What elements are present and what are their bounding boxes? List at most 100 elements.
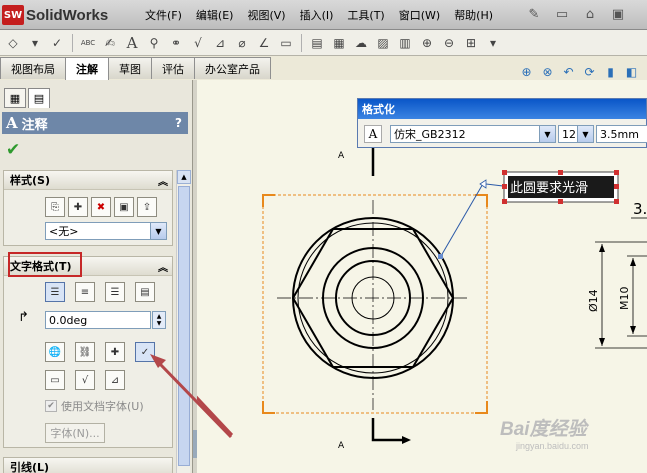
note-handle[interactable] (558, 170, 563, 175)
dropdown-chevron-icon[interactable]: ▾ (484, 34, 502, 52)
font-size-select[interactable]: 12 ▼ (558, 125, 594, 143)
format-dialog-body: A 仿宋_GB2312 ▼ 12 ▼ 3.5mm (358, 119, 647, 149)
datum-target-icon[interactable]: ▤ (308, 34, 326, 52)
add-symbol-button[interactable]: ✚ (105, 342, 125, 362)
note-handle[interactable] (614, 199, 619, 204)
panel-scrollbar[interactable]: ▲ (176, 170, 191, 473)
geometric-tolerance-button[interactable]: ▭ (45, 370, 65, 390)
font-button[interactable]: 字体(N)... (45, 423, 105, 443)
load-style-button[interactable]: ⇪ (137, 197, 157, 217)
table-icon[interactable]: ▥ (396, 34, 414, 52)
note-text[interactable]: 此圆要求光滑 (510, 181, 588, 196)
menu-help[interactable]: 帮助(H) (447, 7, 500, 23)
format-painter-icon[interactable]: ✍ (101, 34, 119, 52)
menu-window[interactable]: 窗口(W) (392, 7, 447, 23)
leader-anchor[interactable] (438, 254, 443, 259)
justify-button[interactable]: ▤ (135, 282, 155, 302)
center-mark-icon[interactable]: ⊕ (418, 34, 436, 52)
note-handle[interactable] (614, 170, 619, 175)
add-style-button[interactable]: ✚ (68, 197, 88, 217)
help-icon[interactable]: ? (175, 116, 182, 130)
align-left-button[interactable]: ☰ (45, 282, 65, 302)
rotate-icon[interactable]: ⟳ (581, 63, 598, 80)
area-hatch-icon[interactable]: ▨ (374, 34, 392, 52)
collapse-chevron-icon[interactable]: ︽ (158, 259, 168, 274)
balloon-icon[interactable]: ⚲ (145, 34, 163, 52)
spin-up-icon[interactable]: ▲ (157, 313, 162, 320)
datum-feature-button[interactable]: ⊿ (105, 370, 125, 390)
open-folder-icon[interactable]: ⌂ (581, 5, 599, 23)
align-right-button[interactable]: ☰ (105, 282, 125, 302)
leader-group-header[interactable]: 引线(L) (4, 458, 172, 473)
style-select[interactable]: <无> ▼ (45, 222, 167, 240)
centerline-icon[interactable]: ⊖ (440, 34, 458, 52)
general-table-icon[interactable]: ⊞ (462, 34, 480, 52)
angle-spinner[interactable]: ▲ ▼ (152, 311, 166, 329)
chevron-down-icon[interactable]: ▼ (577, 126, 593, 142)
note-handle[interactable] (558, 199, 563, 204)
tab-office-products[interactable]: 办公室产品 (194, 57, 271, 79)
angle-input[interactable]: 0.0deg (45, 311, 151, 329)
weld-symbol-icon[interactable]: ⊿ (211, 34, 229, 52)
align-center-button[interactable]: ≡ (75, 282, 95, 302)
note-handle[interactable] (502, 184, 507, 189)
note-handle[interactable] (502, 170, 507, 175)
datum-feature-icon[interactable]: ▭ (277, 34, 295, 52)
delete-style-button[interactable]: ✖ (91, 197, 111, 217)
note-handle[interactable] (502, 199, 507, 204)
property-manager-tab-icon[interactable]: ▤ (28, 88, 50, 108)
spin-down-icon[interactable]: ▼ (157, 320, 162, 327)
text-height-input[interactable]: 3.5mm (596, 125, 647, 143)
save-style-button[interactable]: ▣ (114, 197, 134, 217)
zoom-area-icon[interactable]: ⊗ (539, 63, 556, 80)
model-items-icon[interactable]: ✓ (48, 34, 66, 52)
geometric-tolerance-icon[interactable]: ∠ (255, 34, 273, 52)
font-size-value: 12 (562, 127, 576, 141)
scroll-up-icon[interactable]: ▲ (177, 170, 191, 184)
auto-balloon-icon[interactable]: ⚭ (167, 34, 185, 52)
menu-view[interactable]: 视图(V) (240, 7, 292, 23)
menu-file[interactable]: 文件(F) (138, 7, 189, 23)
apply-default-style-button[interactable]: ⎘ (45, 197, 65, 217)
block-icon[interactable]: ▦ (330, 34, 348, 52)
ok-checkmark-icon[interactable]: ✔ (6, 140, 20, 160)
note-handle[interactable] (614, 184, 619, 189)
surface-finish-button[interactable]: √ (75, 370, 95, 390)
chevron-down-icon[interactable]: ▼ (150, 223, 166, 239)
lock-symbol-button[interactable]: ✓ (135, 342, 155, 362)
property-manager-header: A 注释 ? (2, 112, 188, 134)
menu-tools[interactable]: 工具(T) (340, 7, 391, 23)
display-style-icon[interactable]: ◧ (623, 63, 640, 80)
note-text-icon[interactable]: A (123, 34, 141, 52)
hole-callout-icon[interactable]: ⌀ (233, 34, 251, 52)
insert-hyperlink-button[interactable]: 🌐 (45, 342, 65, 362)
tab-sketch[interactable]: 草图 (108, 57, 152, 79)
feature-manager-tab-icon[interactable]: ▦ (4, 88, 26, 108)
tab-evaluate[interactable]: 评估 (151, 57, 195, 79)
tab-annotation[interactable]: 注解 (65, 57, 109, 80)
dropdown-chevron-icon[interactable]: ▾ (26, 34, 44, 52)
revision-cloud-icon[interactable]: ☁ (352, 34, 370, 52)
surface-finish-icon[interactable]: √ (189, 34, 207, 52)
tab-view-layout[interactable]: 视图布局 (0, 57, 66, 79)
zoom-to-fit-icon[interactable]: ⊕ (518, 63, 535, 80)
format-dialog-title[interactable]: 格式化 (358, 99, 646, 119)
chevron-down-icon[interactable]: ▼ (539, 126, 555, 142)
use-document-font-label: 使用文档字体(U) (61, 400, 144, 413)
font-family-select[interactable]: 仿宋_GB2312 ▼ (390, 125, 556, 143)
spell-check-icon[interactable]: ABC (79, 34, 97, 52)
menu-insert[interactable]: 插入(I) (293, 7, 341, 23)
collapse-chevron-icon[interactable]: ︽ (158, 173, 168, 188)
pin-icon[interactable]: ✎ (525, 5, 543, 23)
app-logo[interactable]: SW SolidWorks (2, 4, 122, 26)
save-icon[interactable]: ▣ (609, 5, 627, 23)
previous-view-icon[interactable]: ↶ (560, 63, 577, 80)
style-group-header[interactable]: 样式(S) ︽ (4, 171, 172, 190)
section-view-icon[interactable]: ▮ (602, 63, 619, 80)
smart-dimension-icon[interactable]: ◇ (4, 34, 22, 52)
new-document-icon[interactable]: ▭ (553, 5, 571, 23)
menu-edit[interactable]: 编辑(E) (189, 7, 241, 23)
link-to-property-button[interactable]: ⛓ (75, 342, 95, 362)
scroll-thumb[interactable] (178, 186, 190, 466)
use-document-font-checkbox[interactable]: ✔ 使用文档字体(U) (45, 398, 144, 414)
